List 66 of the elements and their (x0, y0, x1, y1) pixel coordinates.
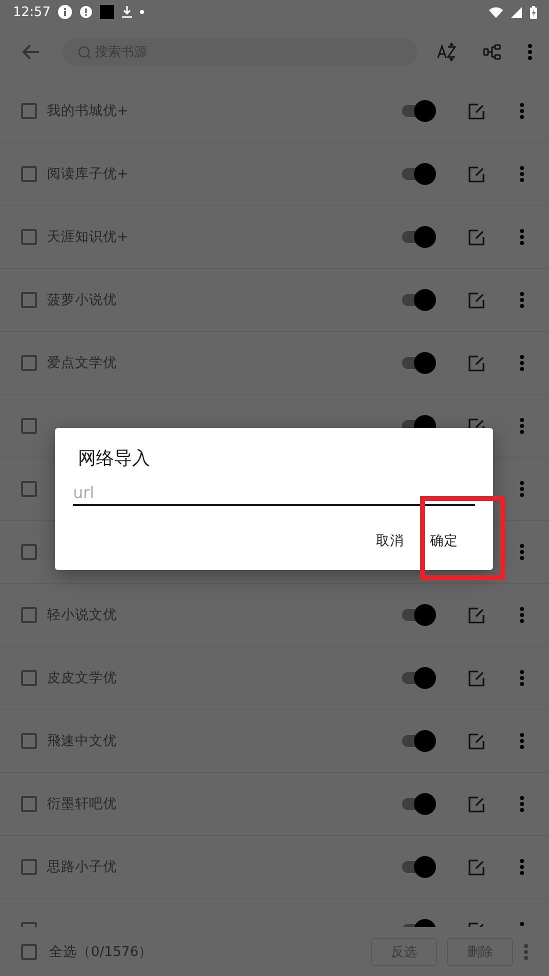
source-name: 爱点文学优 (47, 355, 117, 371)
group-nodes-icon[interactable] (483, 44, 501, 60)
source-name: 飛速中文优 (47, 733, 117, 749)
checkbox[interactable] (21, 481, 37, 497)
more-options-icon[interactable] (519, 417, 525, 435)
toggle-switch[interactable] (402, 793, 436, 815)
more-options-icon[interactable] (519, 543, 525, 561)
source-name: 菠萝小说优 (47, 292, 117, 308)
more-options-icon[interactable] (519, 102, 525, 120)
sort-az-icon[interactable] (437, 42, 457, 62)
toggle-switch[interactable] (402, 730, 436, 752)
source-name: 衍墨轩吧优 (47, 796, 117, 812)
checkbox[interactable] (21, 796, 37, 812)
more-options-icon[interactable] (519, 606, 525, 624)
select-all-label: 全选（0/1576） (49, 942, 154, 960)
more-options-icon[interactable] (519, 480, 525, 498)
more-options-icon[interactable] (519, 732, 525, 750)
more-options-icon[interactable] (519, 354, 525, 372)
more-options-icon[interactable] (519, 669, 525, 687)
dialog-title: 网络导入 (78, 447, 151, 470)
source-name: 阅读库子优+ (47, 166, 128, 182)
download-icon (122, 6, 132, 18)
info-icon (58, 5, 72, 19)
toggle-switch[interactable] (402, 352, 436, 374)
search-icon (78, 46, 91, 59)
wifi-icon (489, 6, 503, 18)
toggle-switch[interactable] (402, 667, 436, 689)
source-name: 天涯知识优+ (47, 229, 128, 245)
toggle-switch[interactable] (402, 604, 436, 626)
toggle-switch[interactable] (402, 289, 436, 311)
square-icon (100, 5, 114, 19)
checkbox[interactable] (21, 418, 37, 434)
alert-icon (80, 6, 92, 18)
checkbox[interactable] (21, 670, 37, 686)
checkbox[interactable] (21, 229, 37, 245)
back-arrow-icon[interactable] (22, 44, 40, 60)
more-options-icon[interactable] (519, 165, 525, 183)
checkbox[interactable] (21, 103, 37, 119)
signal-icon (511, 6, 522, 18)
checkbox[interactable] (21, 859, 37, 875)
more-options-icon[interactable] (523, 942, 529, 960)
more-options-icon[interactable] (527, 43, 533, 61)
checkbox[interactable] (21, 733, 37, 749)
toggle-switch[interactable] (402, 100, 436, 122)
more-options-icon[interactable] (519, 228, 525, 246)
checkbox[interactable] (21, 292, 37, 308)
dot-icon (140, 10, 144, 14)
source-name: 皮皮文学优 (47, 670, 117, 686)
status-time: 12:57 (13, 4, 50, 20)
more-options-icon[interactable] (519, 795, 525, 813)
toggle-switch[interactable] (402, 163, 436, 185)
checkbox[interactable] (21, 544, 37, 560)
dialog-button[interactable]: 取消 (367, 526, 413, 556)
select-all-checkbox[interactable] (21, 944, 37, 960)
source-name: 我的书城优+ (47, 103, 128, 119)
dialog-button[interactable]: 确定 (421, 526, 467, 556)
checkbox[interactable] (21, 166, 37, 182)
checkbox[interactable] (21, 607, 37, 623)
more-options-icon[interactable] (519, 291, 525, 309)
more-options-icon[interactable] (519, 858, 525, 876)
battery-icon (530, 6, 537, 18)
toggle-switch[interactable] (402, 226, 436, 248)
source-name: 思路小子优 (47, 859, 117, 875)
checkbox[interactable] (21, 355, 37, 371)
source-name: 轻小说文优 (47, 607, 117, 623)
toggle-switch[interactable] (402, 856, 436, 878)
